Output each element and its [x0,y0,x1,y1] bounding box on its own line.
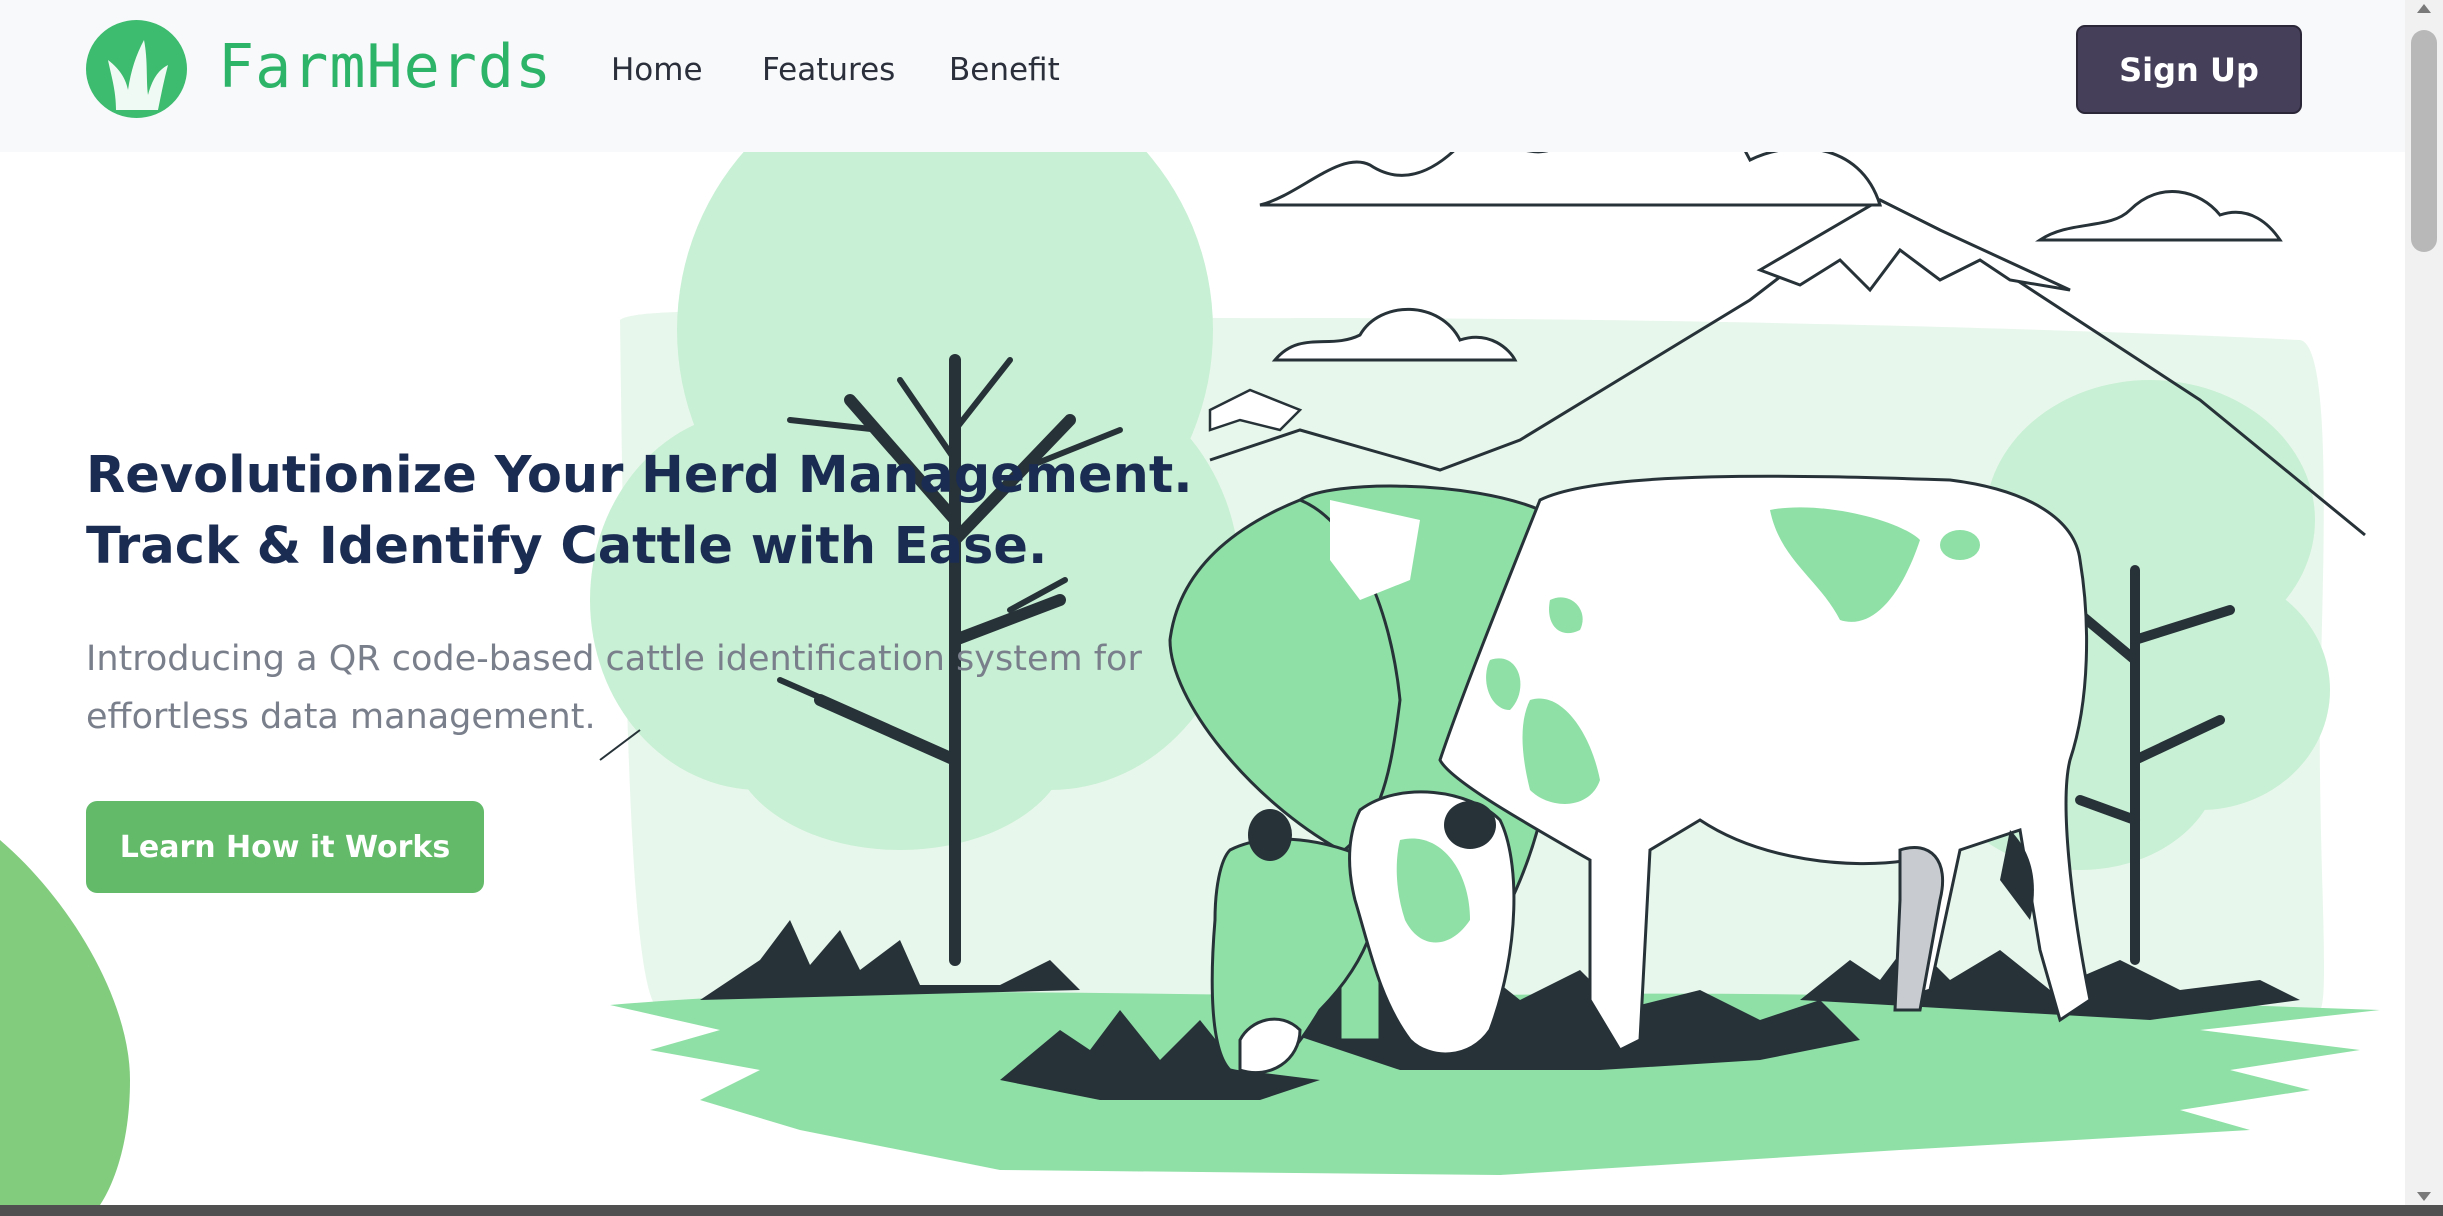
hero-subtitle-line-2: effortless data management. [86,697,596,737]
scrollbar-thumb[interactable] [2411,30,2437,252]
hero-title-line-2: Track & Identify Cattle with Ease. [86,517,1048,576]
hero-title-line-1: Revolutionize Your Herd Management. [86,446,1193,505]
nav-features[interactable]: Features [762,52,895,88]
grass-leaf-icon [108,40,168,110]
scroll-up-arrow-icon[interactable] [2417,4,2431,13]
hero-subtitle-line-1: Introducing a QR code-based cattle ident… [86,639,1142,679]
page: FarmHerds Home Features Benefit Sign Up … [0,0,2405,1205]
logo[interactable] [86,20,187,118]
hero-title: Revolutionize Your Herd Management. Trac… [86,440,1286,582]
grazing-cows-illustration [0,60,2380,1205]
brand-name[interactable]: FarmHerds [218,32,552,102]
scroll-down-arrow-icon[interactable] [2417,1192,2431,1201]
vertical-scrollbar[interactable] [2405,0,2443,1205]
top-navbar: FarmHerds Home Features Benefit Sign Up [0,0,2405,152]
nav-home[interactable]: Home [611,52,703,88]
hero-subtitle: Introducing a QR code-based cattle ident… [86,630,1196,746]
window-bottom-edge [0,1205,2443,1216]
nav-benefit[interactable]: Benefit [949,52,1060,88]
sign-up-button[interactable]: Sign Up [2076,25,2302,114]
learn-how-button[interactable]: Learn How it Works [86,801,484,893]
